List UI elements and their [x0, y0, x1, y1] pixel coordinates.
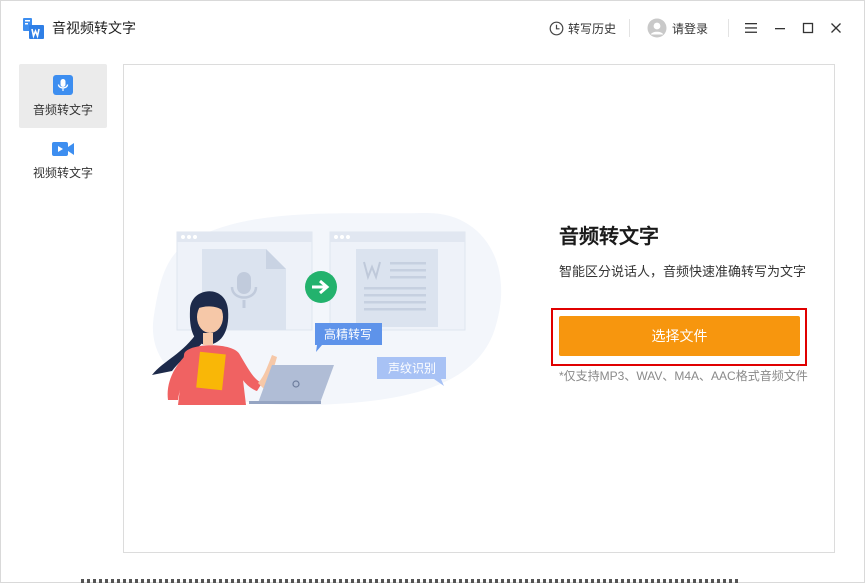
maximize-button[interactable] [798, 18, 818, 38]
minimize-icon [775, 28, 785, 30]
sidebar-item-audio-to-text[interactable]: 音频转文字 [19, 64, 107, 128]
sidebar: 音频转文字 视频转文字 [19, 64, 107, 192]
title-bar: 音视频转文字 转写历史 请登录 [1, 1, 864, 55]
maximize-icon [802, 22, 814, 34]
bottom-artifact-strip [81, 578, 741, 583]
login-label: 请登录 [672, 21, 709, 36]
choose-file-button[interactable]: 选择文件 [559, 316, 800, 356]
microphone-icon [53, 74, 73, 95]
login-button[interactable]: 请登录 [647, 17, 708, 39]
history-button[interactable]: 转写历史 [549, 18, 616, 38]
video-camera-icon [52, 141, 74, 156]
history-label: 转写历史 [568, 21, 617, 36]
minimize-button[interactable] [770, 18, 790, 38]
sidebar-item-video-to-text[interactable]: 视频转文字 [19, 128, 107, 192]
app-window: 音视频转文字 转写历史 请登录 音频转文字 视频转文字 高精转写 声纹识别 音频… [0, 0, 865, 583]
feature-description: 智能区分说话人，音频快速准确转写为文字 [559, 264, 807, 279]
sidebar-item-label: 视频转文字 [32, 165, 93, 180]
audio-transcription-illustration: 高精转写 声纹识别 [152, 212, 502, 405]
close-icon [831, 23, 841, 33]
clock-icon [549, 21, 564, 35]
app-title: 音视频转文字 [52, 20, 136, 36]
menu-button[interactable] [741, 18, 761, 38]
header-divider [728, 19, 729, 37]
header-divider [629, 19, 630, 37]
sidebar-item-label: 音频转文字 [32, 102, 93, 117]
close-button[interactable] [826, 18, 846, 38]
hamburger-menu-icon [745, 23, 757, 33]
illustration-bubble-high-accuracy: 高精转写 [324, 327, 372, 342]
main-panel: 高精转写 声纹识别 音频转文字 智能区分说话人，音频快速准确转写为文字 选择文件… [123, 64, 835, 553]
app-logo-icon [23, 18, 44, 39]
illustration-bubble-voiceprint: 声纹识别 [388, 362, 436, 376]
feature-title: 音频转文字 [559, 226, 659, 248]
supported-formats-note: *仅支持MP3、WAV、M4A、AAC格式音频文件 [559, 369, 808, 383]
avatar-icon [647, 18, 667, 38]
